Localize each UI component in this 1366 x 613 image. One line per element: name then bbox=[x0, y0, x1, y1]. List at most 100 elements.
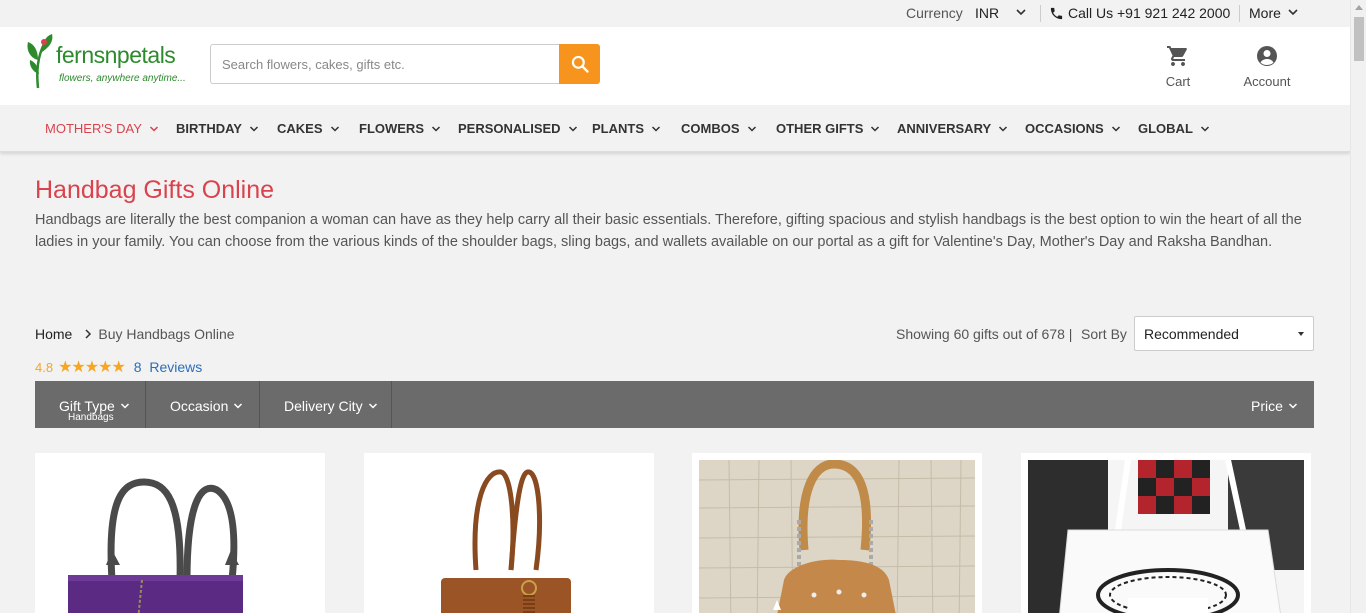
main-navigation: MOTHER'S DAY BIRTHDAY CAKES FLOWERS PERS… bbox=[0, 105, 1350, 152]
nav-item-combos[interactable]: COMBOS bbox=[681, 121, 757, 136]
chevron-down-icon bbox=[234, 403, 243, 409]
sort-select[interactable]: Recommended bbox=[1134, 316, 1314, 351]
nav-item-personalised[interactable]: PERSONALISED bbox=[458, 121, 578, 136]
filter-delivery-city-label: Delivery City bbox=[284, 398, 363, 414]
brown-fringe-handbag-image bbox=[371, 460, 647, 613]
scroll-up-arrow-icon[interactable] bbox=[1355, 4, 1363, 10]
nav-label: OTHER GIFTS bbox=[776, 121, 864, 136]
filter-gift-type-value: Handbags bbox=[68, 412, 114, 423]
breadcrumb-home[interactable]: Home bbox=[35, 326, 72, 342]
product-card[interactable] bbox=[1021, 453, 1311, 613]
filter-price[interactable]: Price bbox=[1251, 398, 1298, 414]
nav-label: COMBOS bbox=[681, 121, 740, 136]
account-icon bbox=[1257, 46, 1277, 66]
cart-label: Cart bbox=[1165, 74, 1191, 89]
page-title: Handbag Gifts Online bbox=[35, 176, 275, 204]
product-card[interactable] bbox=[35, 453, 325, 613]
chevron-down-icon bbox=[747, 125, 756, 132]
results-count: Showing 60 gifts out of 678 | bbox=[896, 326, 1073, 342]
white-tote-bag-image bbox=[1028, 460, 1304, 613]
chevron-down-icon bbox=[149, 125, 158, 132]
call-us-link[interactable]: Call Us +91 921 242 2000 bbox=[1068, 5, 1230, 21]
brand-tagline: flowers, anywhere anytime... bbox=[59, 73, 186, 84]
filter-occasion[interactable]: Occasion bbox=[146, 381, 260, 428]
nav-label: GLOBAL bbox=[1138, 121, 1193, 136]
more-chevron-down-icon[interactable] bbox=[1287, 6, 1299, 18]
nav-item-plants[interactable]: PLANTS bbox=[592, 121, 661, 136]
chevron-down-icon bbox=[651, 125, 661, 132]
chevron-down-icon bbox=[1200, 125, 1209, 132]
currency-label: Currency bbox=[906, 5, 963, 21]
currency-chevron-down-icon[interactable] bbox=[1015, 6, 1027, 18]
chevron-down-icon bbox=[431, 125, 441, 132]
chevron-down-icon bbox=[871, 125, 880, 132]
chevron-down-icon bbox=[249, 125, 259, 132]
search-input[interactable] bbox=[210, 44, 559, 84]
filter-gift-type[interactable]: Gift Type Handbags bbox=[35, 381, 146, 428]
page-scrollbar[interactable] bbox=[1350, 0, 1366, 613]
reviews-label: Reviews bbox=[149, 359, 203, 375]
nav-label: MOTHER'S DAY bbox=[45, 121, 142, 136]
chevron-down-icon bbox=[1288, 403, 1297, 409]
divider bbox=[1040, 5, 1041, 22]
brand-name: fernsnpetals bbox=[56, 42, 176, 68]
nav-label: PLANTS bbox=[592, 121, 644, 136]
nav-label: FLOWERS bbox=[359, 121, 424, 136]
nav-item-flowers[interactable]: FLOWERS bbox=[359, 121, 441, 136]
search-bar bbox=[210, 44, 600, 84]
filter-delivery-city[interactable]: Delivery City bbox=[260, 381, 392, 428]
filter-label: Delivery City bbox=[284, 398, 378, 414]
breadcrumb-current: Buy Handbags Online bbox=[98, 326, 235, 342]
star-rating-icon: ★★★★★ bbox=[58, 359, 126, 376]
chevron-down-icon bbox=[999, 125, 1008, 132]
nav-label: ANNIVERSARY bbox=[897, 121, 992, 136]
search-icon bbox=[571, 55, 589, 73]
reviews-link[interactable]: 8 Reviews bbox=[134, 359, 202, 375]
more-menu[interactable]: More bbox=[1249, 5, 1281, 21]
site-header: fernsnpetals flowers, anywhere anytime..… bbox=[0, 27, 1350, 105]
currency-value[interactable]: INR bbox=[975, 5, 999, 21]
phone-icon bbox=[1050, 7, 1063, 20]
sort-label: Sort By bbox=[1081, 326, 1127, 342]
nav-label: CAKES bbox=[277, 121, 323, 136]
chevron-down-icon bbox=[568, 125, 577, 132]
filter-bar: Gift Type Handbags Occasion Delivery Cit… bbox=[35, 381, 1314, 428]
nav-item-anniversary[interactable]: ANNIVERSARY bbox=[897, 121, 1008, 136]
purple-handbag-image bbox=[42, 460, 318, 613]
tan-chain-handbag-image bbox=[699, 460, 975, 613]
rating-summary: 4.8 ★★★★★ 8 Reviews bbox=[35, 357, 202, 377]
top-utility-bar: Currency INR Call Us +91 921 242 2000 Mo… bbox=[0, 0, 1350, 27]
nav-item-birthday[interactable]: BIRTHDAY bbox=[176, 121, 259, 136]
nav-item-cakes[interactable]: CAKES bbox=[277, 121, 340, 136]
nav-label: BIRTHDAY bbox=[176, 121, 242, 136]
nav-item-mothers-day[interactable]: MOTHER'S DAY bbox=[45, 121, 159, 136]
breadcrumb: Home Buy Handbags Online bbox=[35, 326, 235, 342]
page-description: Handbags are literally the best companio… bbox=[35, 212, 1302, 250]
review-count: 8 bbox=[133, 359, 142, 375]
scrollbar-thumb[interactable] bbox=[1354, 17, 1364, 61]
chevron-down-icon bbox=[120, 403, 129, 409]
search-button[interactable] bbox=[559, 44, 600, 84]
nav-item-other-gifts[interactable]: OTHER GIFTS bbox=[776, 121, 880, 136]
filter-price-label: Price bbox=[1251, 398, 1283, 414]
sort-selected-value: Recommended bbox=[1144, 326, 1239, 342]
filter-label: Occasion bbox=[170, 398, 243, 414]
caret-down-icon bbox=[1298, 332, 1304, 336]
cart-icon bbox=[1167, 46, 1187, 66]
account-button[interactable]: Account bbox=[1236, 44, 1298, 89]
divider bbox=[1239, 5, 1240, 22]
logo-leaf-icon bbox=[27, 34, 53, 89]
chevron-down-icon bbox=[330, 125, 339, 132]
chevron-down-icon bbox=[368, 403, 377, 409]
chevron-right-icon bbox=[85, 329, 92, 339]
nav-item-global[interactable]: GLOBAL bbox=[1138, 121, 1210, 136]
nav-item-occasions[interactable]: OCCASIONS bbox=[1025, 121, 1121, 136]
product-card[interactable] bbox=[364, 453, 654, 613]
product-card[interactable] bbox=[692, 453, 982, 613]
nav-label: PERSONALISED bbox=[458, 121, 561, 136]
chevron-down-icon bbox=[1111, 125, 1120, 132]
account-label: Account bbox=[1243, 74, 1291, 89]
cart-button[interactable]: Cart bbox=[1160, 44, 1196, 89]
site-logo[interactable]: fernsnpetals flowers, anywhere anytime..… bbox=[24, 30, 194, 90]
rating-score: 4.8 bbox=[35, 359, 54, 375]
